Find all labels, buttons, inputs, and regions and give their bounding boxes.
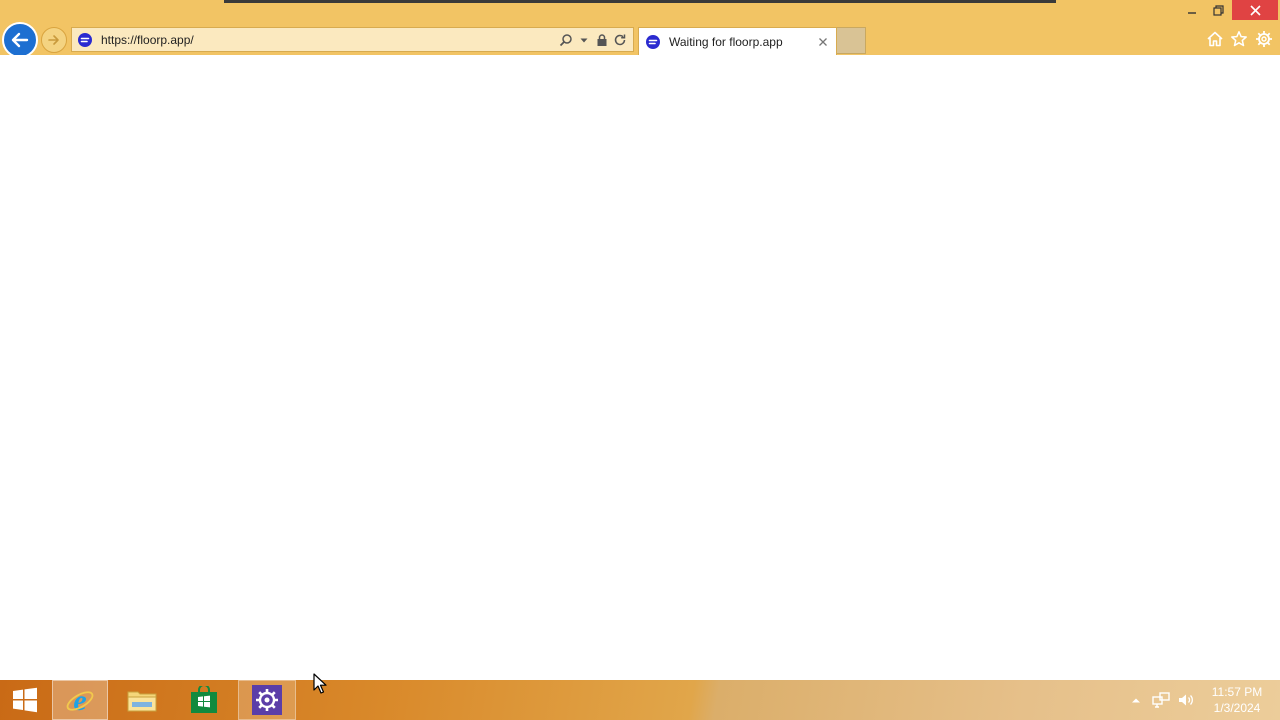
refresh-icon[interactable] — [612, 32, 628, 48]
ie-icon: e — [66, 685, 94, 715]
volume-icon[interactable] — [1176, 690, 1196, 710]
mouse-cursor-icon — [313, 673, 327, 694]
back-button[interactable] — [2, 22, 38, 58]
tab-label: Waiting for floorp.app — [669, 34, 783, 49]
system-clock[interactable]: 11:57 PM 1/3/2024 — [1202, 684, 1272, 716]
clock-date: 1/3/2024 — [1213, 701, 1261, 715]
address-url[interactable]: https://floorp.app/ — [101, 33, 558, 47]
arrow-right-icon — [48, 35, 59, 45]
forward-button[interactable] — [41, 27, 67, 53]
start-button[interactable] — [0, 680, 50, 720]
gear-icon[interactable] — [1254, 29, 1274, 49]
gear-icon — [252, 685, 282, 715]
chevron-down-icon[interactable] — [576, 32, 592, 48]
taskbar-settings-button[interactable] — [238, 680, 296, 720]
taskbar-ie-button[interactable]: e — [52, 680, 108, 720]
star-icon[interactable] — [1229, 29, 1249, 49]
address-bar[interactable]: https://floorp.app/ — [71, 27, 634, 52]
arrow-left-icon — [11, 32, 29, 48]
windows-logo-icon — [13, 687, 37, 713]
taskbar-explorer-button[interactable] — [114, 680, 170, 720]
taskbar: e 11:57 PM 1/3/2024 — [0, 680, 1280, 720]
taskbar-store-button[interactable] — [176, 680, 232, 720]
restore-button[interactable] — [1205, 0, 1232, 20]
close-icon[interactable] — [815, 34, 831, 50]
store-icon — [191, 686, 217, 713]
tab-active[interactable]: Waiting for floorp.app — [638, 27, 837, 55]
new-tab-button[interactable] — [837, 27, 866, 54]
network-icon[interactable] — [1151, 690, 1171, 710]
floorp-logo-icon — [646, 34, 660, 49]
page-content — [0, 55, 1280, 680]
svg-text:e: e — [73, 685, 86, 715]
window-close-button[interactable] — [1232, 0, 1278, 20]
folder-icon — [127, 691, 157, 712]
floorp-logo-icon — [78, 32, 92, 47]
chevron-up-icon[interactable] — [1128, 690, 1144, 710]
lock-icon[interactable] — [594, 32, 610, 48]
minimize-button[interactable] — [1178, 0, 1205, 20]
search-icon[interactable] — [558, 32, 574, 48]
clock-time: 11:57 PM — [1211, 685, 1263, 699]
loading-indicator — [224, 0, 1056, 3]
home-icon[interactable] — [1205, 29, 1225, 49]
browser-toolbar: https://floorp.app/ Waiting for floorp.a… — [0, 0, 1280, 58]
